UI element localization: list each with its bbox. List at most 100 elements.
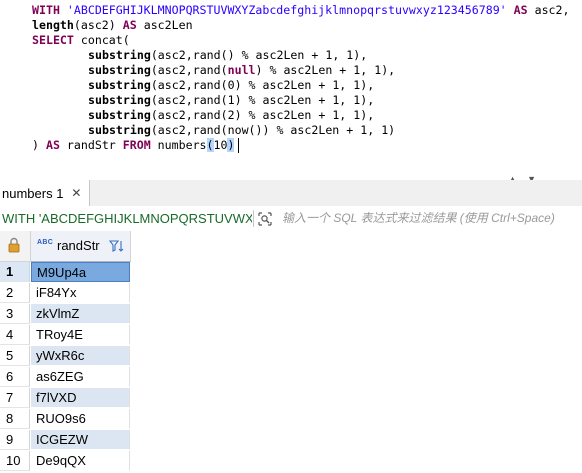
table-cell-randstr[interactable]: yWxR6c (31, 346, 130, 366)
keyword: FROM (122, 138, 151, 152)
separator: , (339, 93, 354, 107)
identifier: asc2Len (143, 18, 193, 32)
argument: (asc2,rand() % asc2Len + (150, 48, 326, 62)
argument: (asc2,rand(now()) % asc2Len + (150, 123, 361, 137)
argument: ), (360, 78, 375, 92)
table-row[interactable]: 3 zkVlmZ (0, 304, 131, 325)
table-cell-randstr[interactable]: RUO9s6 (31, 409, 130, 429)
row-number[interactable]: 3 (0, 304, 30, 324)
identifier: asc2, (534, 3, 570, 17)
row-number[interactable]: 10 (0, 451, 30, 471)
table-row[interactable]: 6 as6ZEG (0, 367, 131, 388)
bracket-highlight: ( (206, 138, 214, 152)
close-icon[interactable]: ✕ (71, 186, 81, 200)
argument: (asc2,rand(0) % asc2Len + (150, 78, 333, 92)
table-row[interactable]: 2 iF84Yx (0, 283, 131, 304)
tab-numbers-1[interactable]: numbers 1 ✕ (0, 180, 91, 206)
code-line-9: substring(asc2,rand(now()) % asc2Len + 1… (88, 123, 395, 138)
column-header-randstr[interactable]: ABC randStr (31, 231, 131, 262)
keyword: AS (122, 18, 137, 32)
results-grid[interactable]: ABC randStr 1 M9Up4a 2 iF84Yx 3 zkVlmZ 4 TRoy4E… (0, 231, 582, 473)
argument: ), (360, 93, 375, 107)
argument: (asc2,rand(2) % asc2Len + (150, 108, 333, 122)
argument: ), (381, 63, 396, 77)
tab-label: numbers 1 (2, 185, 64, 201)
panel-splitter[interactable]: ▲▼ (0, 158, 582, 184)
identifier: concat( (80, 33, 130, 47)
function-name: substring (88, 93, 151, 107)
string-literal: 'ABCDEFGHIJKLMNOPQRSTUVWXYZabcdefghijklm… (66, 3, 507, 17)
table-row[interactable]: 5 yWxR6c (0, 346, 131, 367)
keyword: AS (45, 138, 60, 152)
argument: (asc2,rand( (150, 63, 228, 77)
keyword: WITH (32, 3, 60, 17)
identifier: numbers (150, 138, 207, 152)
row-number[interactable]: 1 (0, 262, 30, 282)
argument: ) % asc2Len + (255, 63, 354, 77)
argument: (asc2,rand(1) % asc2Len + (150, 93, 333, 107)
code-line-1: WITH 'ABCDEFGHIJKLMNOPQRSTUVWXYZabcdefgh… (32, 3, 570, 18)
table-row[interactable]: 10 De9qQX (0, 451, 131, 472)
table-row[interactable]: 1 M9Up4a (0, 262, 131, 283)
sql-editor[interactable]: WITH 'ABCDEFGHIJKLMNOPQRSTUVWXYZabcdefgh… (0, 0, 582, 158)
row-number[interactable]: 8 (0, 409, 30, 429)
sort-filter-icon[interactable] (109, 239, 125, 253)
argument: ) (388, 123, 396, 137)
function-name: substring (88, 48, 151, 62)
code-line-7: substring(asc2,rand(1) % asc2Len + 1, 1)… (88, 93, 374, 108)
function-name: substring (88, 78, 151, 92)
function-name: length (32, 18, 74, 32)
row-number[interactable]: 6 (0, 367, 30, 387)
table-row[interactable]: 9 ICGEZW (0, 430, 131, 451)
argument: (asc2) (73, 18, 116, 32)
code-line-5: substring(asc2,rand(null) % asc2Len + 1,… (88, 63, 395, 78)
function-name: substring (88, 123, 151, 137)
table-cell-randstr[interactable]: zkVlmZ (31, 304, 130, 324)
table-row[interactable]: 4 TRoy4E (0, 325, 131, 346)
filter-input[interactable]: 输入一个 SQL 表达式来过滤结果 (使用 Ctrl+Space) (282, 206, 580, 231)
table-cell-randstr[interactable]: as6ZEG (31, 367, 130, 387)
grid-corner[interactable] (0, 231, 31, 262)
table-cell-randstr[interactable]: f7lVXD (31, 388, 130, 408)
separator: , (332, 48, 347, 62)
function-name: substring (88, 63, 151, 77)
table-cell-randstr[interactable]: De9qQX (31, 451, 130, 471)
query-preview: WITH 'ABCDEFGHIJKLMNOPQRSTUVWXYZa (2, 211, 252, 226)
table-row[interactable]: 7 f7lVXD (0, 388, 131, 409)
argument: ), (353, 48, 368, 62)
function-name: substring (88, 108, 151, 122)
table-cell-randstr[interactable]: iF84Yx (31, 283, 130, 303)
code-line-6: substring(asc2,rand(0) % asc2Len + 1, 1)… (88, 78, 374, 93)
row-number[interactable]: 4 (0, 325, 30, 345)
divider (253, 210, 254, 227)
text-type-icon: ABC (37, 239, 54, 246)
row-number[interactable]: 2 (0, 283, 30, 303)
row-number[interactable]: 7 (0, 388, 30, 408)
table-cell-randstr[interactable]: ICGEZW (31, 430, 130, 450)
row-number[interactable]: 9 (0, 430, 30, 450)
separator: , (360, 63, 375, 77)
row-number[interactable]: 5 (0, 346, 30, 366)
separator: , (339, 78, 354, 92)
column-name: randStr (57, 238, 100, 253)
filter-bar: WITH 'ABCDEFGHIJKLMNOPQRSTUVWXYZa 输入一个 S… (0, 206, 582, 232)
number: 10 (213, 138, 228, 152)
identifier: randStr (59, 138, 123, 152)
keyword: null (227, 63, 256, 77)
code-line-4: substring(asc2,rand() % asc2Len + 1, 1), (88, 48, 367, 63)
lock-icon (8, 237, 20, 253)
separator: , (367, 123, 382, 137)
code-line-2: length(asc2) AS asc2Len (32, 18, 193, 33)
keyword: AS (513, 3, 528, 17)
code-line-3: SELECT concat( (32, 33, 130, 48)
table-cell-randstr[interactable]: M9Up4a (31, 262, 130, 282)
argument: ), (360, 108, 375, 122)
table-cell-randstr[interactable]: TRoy4E (31, 325, 130, 345)
punctuation: ) (32, 138, 46, 152)
bracket-highlight: ) (227, 138, 235, 152)
keyword: SELECT (32, 33, 74, 47)
result-tab-bar: numbers 1 ✕ (0, 180, 582, 207)
filter-expression-icon[interactable] (258, 212, 272, 226)
text-caret (238, 138, 239, 153)
table-row[interactable]: 8 RUO9s6 (0, 409, 131, 430)
